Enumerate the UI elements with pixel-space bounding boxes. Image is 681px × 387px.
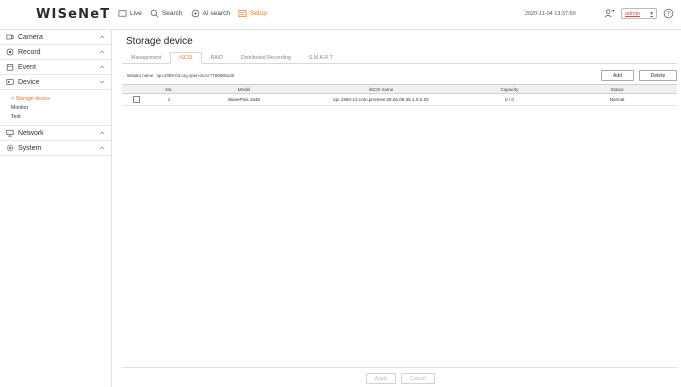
sidebar-item-camera[interactable]: Camera (0, 30, 111, 45)
page-title: Storage device (126, 36, 193, 47)
sidebar-subitem-storage-device[interactable]: > Storage device (11, 94, 111, 103)
tab-distributed-recording[interactable]: Distributed Recording (232, 52, 300, 64)
cell-model: WavePlus 1648 (188, 93, 300, 106)
sidebar-item-label: System (18, 144, 42, 152)
chevron-up-icon (99, 35, 105, 39)
sidebar-item-label: Network (18, 129, 44, 137)
header-iscsi-name: iSCSI name (300, 84, 462, 94)
sidebar: Camera Record Event Device > Storage dev… (0, 30, 112, 387)
main-content: Storage device Management iSCSI RAID Dis… (112, 30, 681, 387)
user-switch-icon[interactable] (604, 8, 615, 19)
tab-management[interactable]: Management (122, 52, 170, 64)
sidebar-subitem-monitor[interactable]: Monitor (11, 103, 111, 112)
sidebar-item-network[interactable]: Network (0, 126, 111, 141)
device-icon (6, 79, 14, 85)
record-icon (6, 48, 14, 56)
sidebar-item-device[interactable]: Device (0, 75, 111, 90)
sidebar-subitem-text[interactable]: Text (11, 112, 111, 121)
cell-iscsi-name: iqn.1992-12.com.promise:28.0a.05.35.1.0.… (300, 93, 462, 106)
setup-icon (238, 9, 247, 18)
gear-icon (6, 144, 14, 152)
device-submenu: > Storage device Monitor Text (0, 90, 111, 126)
help-icon[interactable]: ? (663, 8, 674, 19)
header-capacity: Capacity (462, 84, 557, 94)
chevron-up-icon (99, 50, 105, 54)
nav-ai-search-label: AI search (202, 10, 231, 17)
cell-status: Normal (557, 93, 677, 106)
tab-iscsi[interactable]: iSCSI (170, 52, 202, 64)
header-no: No. (150, 84, 188, 94)
chevron-down-icon (99, 80, 105, 84)
footer-divider (122, 367, 677, 368)
cell-no: 1 (150, 93, 188, 106)
sidebar-item-label: Camera (18, 33, 43, 41)
apply-button[interactable]: Apply (366, 373, 396, 384)
sidebar-item-label: Event (18, 63, 36, 71)
header-status: Status (557, 84, 677, 94)
user-select[interactable]: admin ▾ (621, 8, 657, 19)
top-navigation: Live Search AI search Setup (118, 9, 267, 18)
network-icon (6, 129, 14, 137)
svg-text:?: ? (667, 11, 670, 18)
sidebar-item-system[interactable]: System (0, 141, 111, 156)
chevron-up-icon (99, 131, 105, 135)
top-bar: WISeNeT Live Search AI search Setup 2020… (0, 0, 681, 30)
initiator-name: · Initiator name : iqn.2005-03.org.open-… (124, 73, 235, 78)
ai-search-icon (191, 9, 199, 18)
add-button[interactable]: Add (601, 70, 634, 81)
sidebar-item-record[interactable]: Record (0, 45, 111, 60)
tab-smart[interactable]: S.M.A.R.T (300, 52, 342, 64)
row-select-cell (122, 93, 150, 106)
iscsi-table: No. Model iSCSI name Capacity Status 1 W… (122, 84, 677, 106)
nav-search-label: Search (161, 10, 183, 17)
nav-search[interactable]: Search (150, 9, 183, 18)
user-name: admin (625, 10, 640, 17)
chevron-down-icon: ▾ (650, 10, 653, 17)
delete-button[interactable]: Delete (639, 70, 677, 81)
nav-setup-label: Setup (250, 10, 268, 17)
datetime-display: 2020-11-04 13:37:50 (525, 11, 576, 17)
tab-bar: Management iSCSI RAID Distributed Record… (122, 52, 677, 64)
header-model: Model (188, 84, 300, 94)
cell-capacity: 0 / 0 (462, 93, 557, 106)
camera-icon (6, 34, 14, 40)
nav-live[interactable]: Live (118, 9, 142, 18)
user-area: admin ▾ ? (604, 8, 681, 19)
nav-live-label: Live (130, 10, 142, 17)
app-logo: WISeNeT (36, 7, 111, 22)
live-icon (118, 10, 127, 17)
cancel-button[interactable]: Cancel (401, 373, 435, 384)
sidebar-item-label: Device (18, 78, 40, 86)
table-row[interactable]: 1 WavePlus 1648 iqn.1992-12.com.promise:… (122, 93, 677, 106)
row-checkbox[interactable] (132, 96, 140, 103)
chevron-up-icon (99, 146, 105, 150)
nav-ai-search[interactable]: AI search (191, 9, 230, 18)
chevron-up-icon (99, 65, 105, 69)
sidebar-item-event[interactable]: Event (0, 60, 111, 75)
header-select (122, 84, 150, 94)
table-header-row: No. Model iSCSI name Capacity Status (122, 84, 677, 94)
tab-raid[interactable]: RAID (202, 52, 232, 64)
nav-setup[interactable]: Setup (238, 9, 267, 18)
sidebar-item-label: Record (18, 48, 41, 56)
event-icon (6, 64, 14, 71)
search-icon (150, 9, 159, 18)
